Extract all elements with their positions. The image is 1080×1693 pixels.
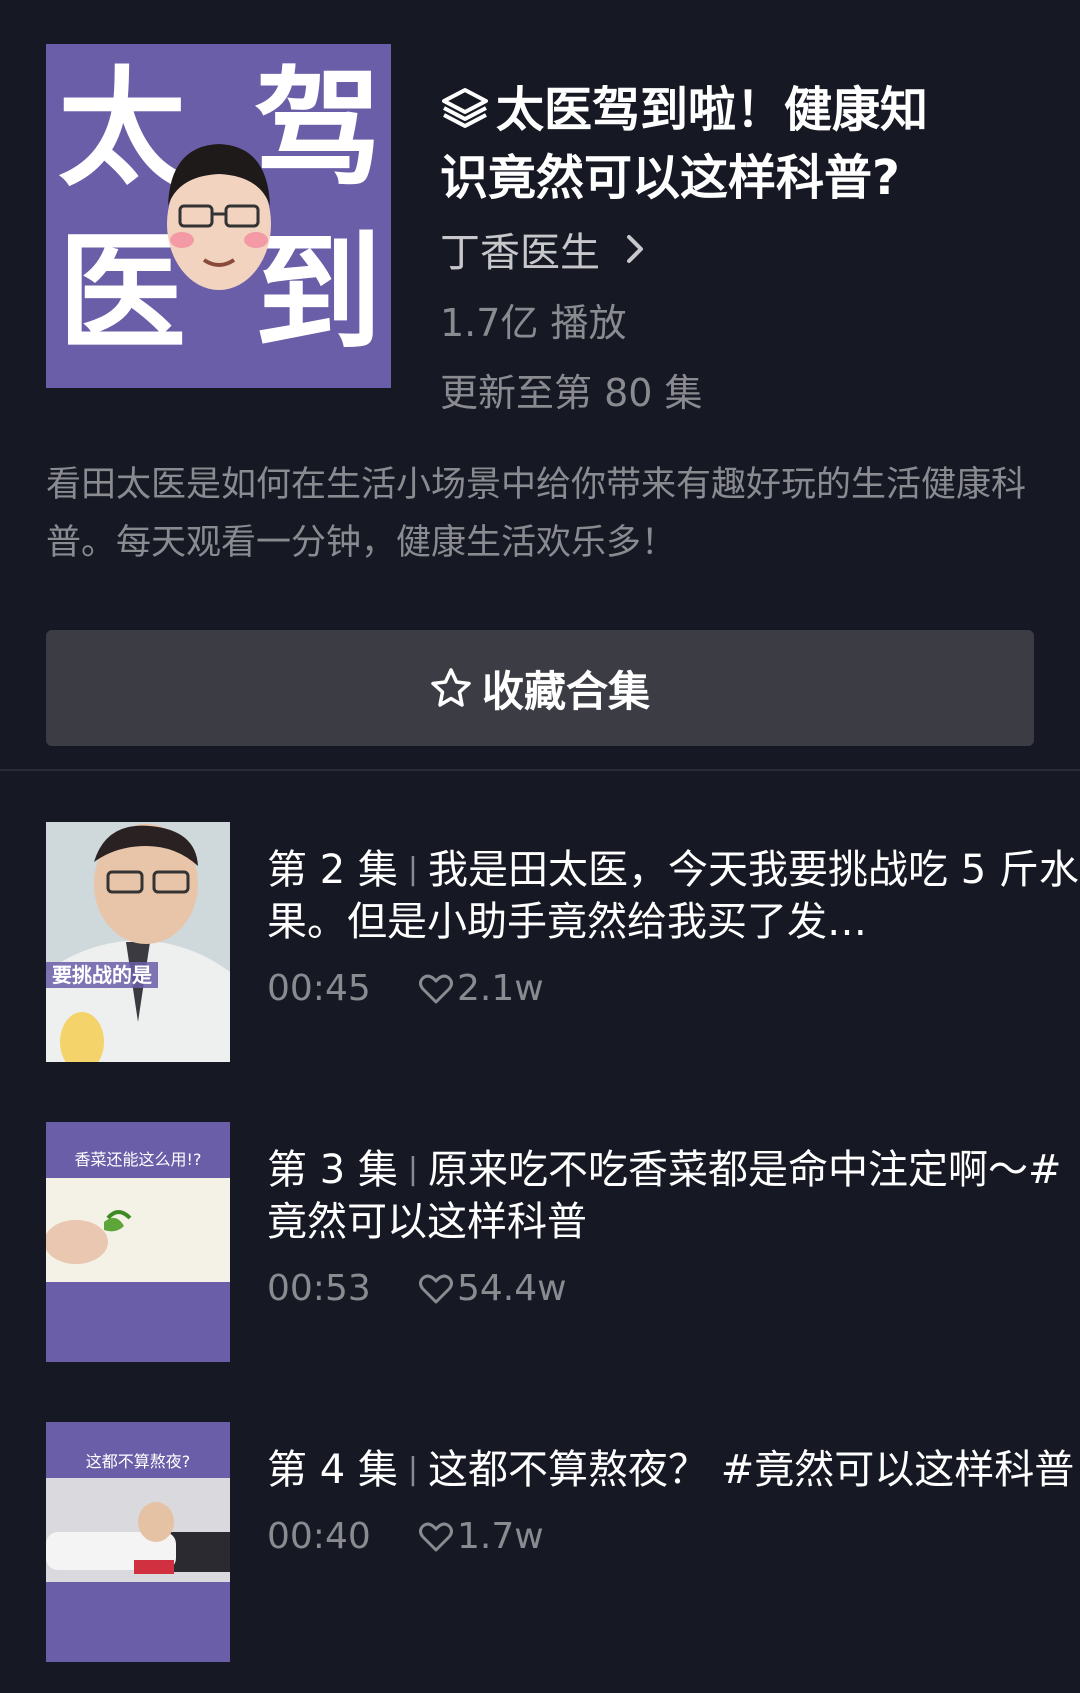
chevron-right-icon (627, 235, 643, 263)
episode-thumbnail: 这都不算熬夜? (46, 1422, 230, 1662)
thumbnail-caption: 香菜还能这么用!? (74, 1150, 202, 1169)
heart-outline-icon (419, 974, 453, 1003)
episode-item[interactable]: 香菜还能这么用!? 第 3 集 | 原来吃不吃香菜都是命中注定啊～#竟然可以这样科普… (46, 1122, 1062, 1362)
episode-duration: 00:45 (267, 968, 371, 1009)
episode-title: 这都不算熬夜？ #竟然可以这样科普 (428, 1447, 1075, 1493)
episode-likes: 1.7w (457, 1516, 544, 1557)
episode-thumbnail: 要挑战的是 (46, 822, 230, 1062)
episode-info: 第 2 集 | 我是田太医，今天我要挑战吃 5 斤水果。但是小助手竟然给我买了发… … (267, 844, 1080, 1009)
star-outline-icon (431, 668, 471, 707)
doctor-thumbnail-image (46, 822, 230, 1062)
author-name: 丁香医生 (440, 230, 600, 276)
collection-cover: 太 驾 医 到 (46, 44, 391, 388)
episode-title-row: 第 3 集 | 原来吃不吃香菜都是命中注定啊～#竟然可以这样科普 (267, 1144, 1080, 1248)
favorite-collection-button[interactable]: 收藏合集 (46, 630, 1034, 746)
episode-info: 第 4 集 | 这都不算熬夜？ #竟然可以这样科普 00:40 1.7w (267, 1444, 1080, 1557)
episode-item[interactable]: 这都不算熬夜? 第 4 集 | 这都不算熬夜？ #竟然可以这样科普 00:40 1.… (46, 1422, 1074, 1662)
layers-icon (442, 88, 488, 128)
episode-meta: 00:40 1.7w (267, 1516, 1080, 1557)
collection-title-line2: 识竟然可以这样科普? (440, 150, 900, 206)
thumbnail-caption: 要挑战的是 (52, 963, 152, 987)
episode-info: 第 3 集 | 原来吃不吃香菜都是命中注定啊～#竟然可以这样科普 00:53 54.… (267, 1144, 1080, 1309)
collection-description: 看田太医是如何在生活小场景中给你带来有趣好玩的生活健康科普。每天观看一分钟，健康… (46, 465, 1027, 563)
heart-outline-icon (419, 1274, 453, 1303)
doctor-face-illustration (167, 144, 271, 290)
episode-title-row: 第 4 集 | 这都不算熬夜？ #竟然可以这样科普 (267, 1444, 1080, 1496)
collection-page: 太 驾 医 到 太医驾到啦！健康知 识竟然可以这样科普? 丁香医生 1.7亿 播… (0, 0, 1080, 1693)
separator: | (407, 1152, 418, 1187)
collection-title: 太医驾到啦！健康知 识竟然可以这样科普? (440, 76, 1040, 212)
separator: | (407, 852, 418, 887)
episode-duration: 00:40 (267, 1516, 371, 1557)
divider (0, 769, 1080, 771)
episode-meta: 00:45 2.1w (267, 968, 1080, 1009)
update-status: 更新至第 80 集 (440, 371, 703, 415)
episode-duration: 00:53 (267, 1268, 371, 1309)
episode-number: 第 2 集 (267, 847, 398, 893)
heart-outline-icon (419, 1522, 453, 1551)
episode-number: 第 4 集 (267, 1447, 398, 1493)
separator: | (407, 1452, 418, 1487)
episode-title-row: 第 2 集 | 我是田太医，今天我要挑战吃 5 斤水果。但是小助手竟然给我买了发… (267, 844, 1080, 948)
collection-title-line1: 太医驾到啦！健康知 (496, 82, 929, 138)
favorite-label: 收藏合集 (481, 666, 650, 716)
episode-likes: 2.1w (457, 968, 544, 1009)
episode-number: 第 3 集 (267, 1147, 398, 1193)
episode-likes: 54.4w (457, 1268, 567, 1309)
play-count: 1.7亿 播放 (440, 301, 627, 345)
episode-thumbnail: 香菜还能这么用!? (46, 1122, 230, 1362)
thumbnail-caption: 这都不算熬夜? (85, 1452, 191, 1471)
episode-meta: 00:53 54.4w (267, 1268, 1080, 1309)
episode-item[interactable]: 要挑战的是 第 2 集 | 我是田太医，今天我要挑战吃 5 斤水果。但是小助手竟然给… (46, 822, 1079, 1062)
author-link[interactable]: 丁香医生 (440, 220, 644, 278)
